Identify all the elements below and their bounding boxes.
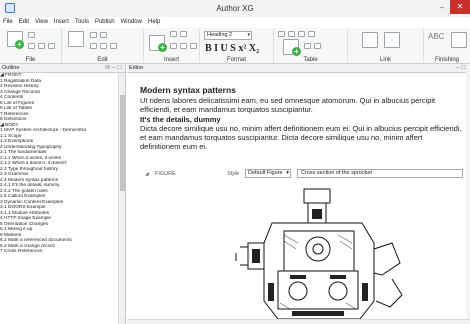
copy-icon[interactable] [90, 43, 97, 49]
insert-group-label: Insert [163, 57, 179, 63]
chevron-down-icon: ▾ [247, 32, 250, 38]
save-all-icon[interactable] [38, 43, 45, 49]
editor-scrollbar[interactable] [466, 64, 470, 324]
file-group: + File [0, 28, 62, 64]
menu-file[interactable]: File [3, 17, 13, 28]
link-icon[interactable] [362, 32, 378, 48]
format-group-label: Format [226, 57, 246, 63]
menu-edit[interactable]: Edit [19, 17, 29, 28]
sprocket-figure-image[interactable] [232, 183, 407, 324]
table-rows-icon[interactable] [304, 43, 311, 49]
menu-help[interactable]: Help [148, 17, 160, 28]
section-heading[interactable]: Modern syntax patterns [140, 85, 462, 95]
editor-window-controls[interactable]: ─ ☐ [456, 64, 466, 73]
paragraph[interactable]: Dicta decore similique usu no, minim aff… [140, 124, 462, 151]
outline-scrollbar[interactable] [118, 73, 125, 324]
figure-label: FIGURE [155, 171, 176, 177]
print-icon[interactable] [48, 43, 55, 49]
file-group-label: File [25, 57, 36, 63]
paste-icon[interactable] [68, 31, 84, 47]
menu-window[interactable]: Window [121, 17, 142, 28]
insert-list-icon[interactable] [170, 43, 177, 49]
menu-bar: File Edit View Insert Tools Publish Wind… [0, 17, 470, 28]
link-group-label: Link [379, 57, 391, 63]
insert-group: + Insert [144, 28, 200, 64]
align-left-icon[interactable] [278, 31, 285, 37]
editor-tab-bar: Editor ─ ☐ [127, 64, 470, 73]
menu-publish[interactable]: Publish [95, 17, 115, 28]
ribbon: + File Edit + Insert Heading 2 ▾ B I U S… [0, 28, 470, 64]
add-icon: + [158, 43, 167, 52]
save-icon[interactable] [28, 43, 35, 49]
outline-header: Outline ☒ ─ ☐ [0, 64, 125, 73]
bookmark-icon[interactable] [384, 32, 400, 48]
outline-tree-item[interactable]: 7 Cross References [0, 249, 117, 255]
style-select-value: Heading 2 [207, 32, 233, 38]
table-group-label: Table [303, 57, 318, 63]
align-center-icon[interactable] [288, 31, 295, 37]
publish-icon[interactable] [451, 32, 467, 48]
chevron-down-icon: ▾ [286, 170, 289, 176]
insert-link-icon[interactable] [180, 31, 187, 37]
subsection-heading[interactable]: It's the details, dummy [140, 115, 462, 124]
table-cols-icon[interactable] [314, 43, 321, 49]
add-icon: + [292, 47, 301, 56]
edit-group-label: Edit [97, 57, 108, 63]
cut-icon[interactable] [100, 43, 107, 49]
document-body[interactable]: Modern syntax patterns Ut ridens labores… [140, 85, 462, 152]
link-group: Link [348, 28, 424, 64]
menu-view[interactable]: View [35, 17, 48, 28]
tab-editor[interactable]: Editor [129, 64, 143, 73]
outline-title: Outline [2, 65, 20, 71]
table-options-icon[interactable] [308, 31, 315, 37]
paragraph[interactable]: Ut ridens labores delicatissimi eam, eu … [140, 96, 462, 114]
figure-properties-row: ◢ FIGURE Style Default Figure ▾ Cross se… [145, 169, 465, 179]
format-buttons[interactable]: B I U S x² X₂ [205, 43, 259, 54]
figure-style-label: Style [227, 171, 240, 177]
editor-horizontal-scrollbar[interactable] [127, 319, 470, 324]
add-icon: + [15, 40, 24, 49]
redo-icon[interactable] [100, 32, 107, 38]
style-select[interactable]: Heading 2 ▾ [204, 31, 252, 40]
menu-insert[interactable]: Insert [54, 17, 69, 28]
outline-tree: ◢ FRONT 1 Registration Data 2 Revision H… [0, 73, 117, 324]
outline-window-controls[interactable]: ☒ ─ ☐ [105, 64, 122, 73]
insert-table-icon[interactable] [180, 43, 187, 49]
editor-panel: Editor ─ ☐ Modern syntax patterns Ut rid… [127, 64, 470, 324]
outline-panel: Outline ☒ ─ ☐ ◢ FRONT 1 Registration Dat… [0, 64, 126, 324]
table-group: + Table [274, 28, 348, 64]
figure-style-select[interactable]: Default Figure ▾ [245, 169, 291, 178]
outline-scroll-thumb[interactable] [120, 95, 125, 191]
minimize-button[interactable]: – [437, 2, 447, 13]
window-title: Author XG [216, 4, 254, 13]
figure-style-value: Default Figure [248, 170, 283, 176]
format-group: Heading 2 ▾ B I U S x² X₂ Format [200, 28, 274, 64]
spellcheck-icon[interactable]: ABC [428, 32, 444, 41]
delete-icon[interactable] [110, 43, 117, 49]
menu-tools[interactable]: Tools [75, 17, 89, 28]
edit-group: Edit [62, 28, 144, 64]
align-right-icon[interactable] [298, 31, 305, 37]
insert-symbol-icon[interactable] [190, 43, 197, 49]
title-bar: Author XG – ✕ [0, 0, 470, 17]
finishing-group-label: Finishing [434, 57, 459, 63]
collapse-triangle-icon[interactable]: ◢ [145, 171, 149, 177]
insert-image-icon[interactable] [170, 31, 177, 37]
finishing-group: ABC Finishing [424, 28, 470, 64]
open-folder-icon[interactable] [28, 32, 35, 38]
figure-caption-input[interactable]: Cross section of the sprocket [297, 169, 463, 178]
undo-icon[interactable] [90, 32, 97, 38]
close-button[interactable]: ✕ [450, 0, 470, 14]
